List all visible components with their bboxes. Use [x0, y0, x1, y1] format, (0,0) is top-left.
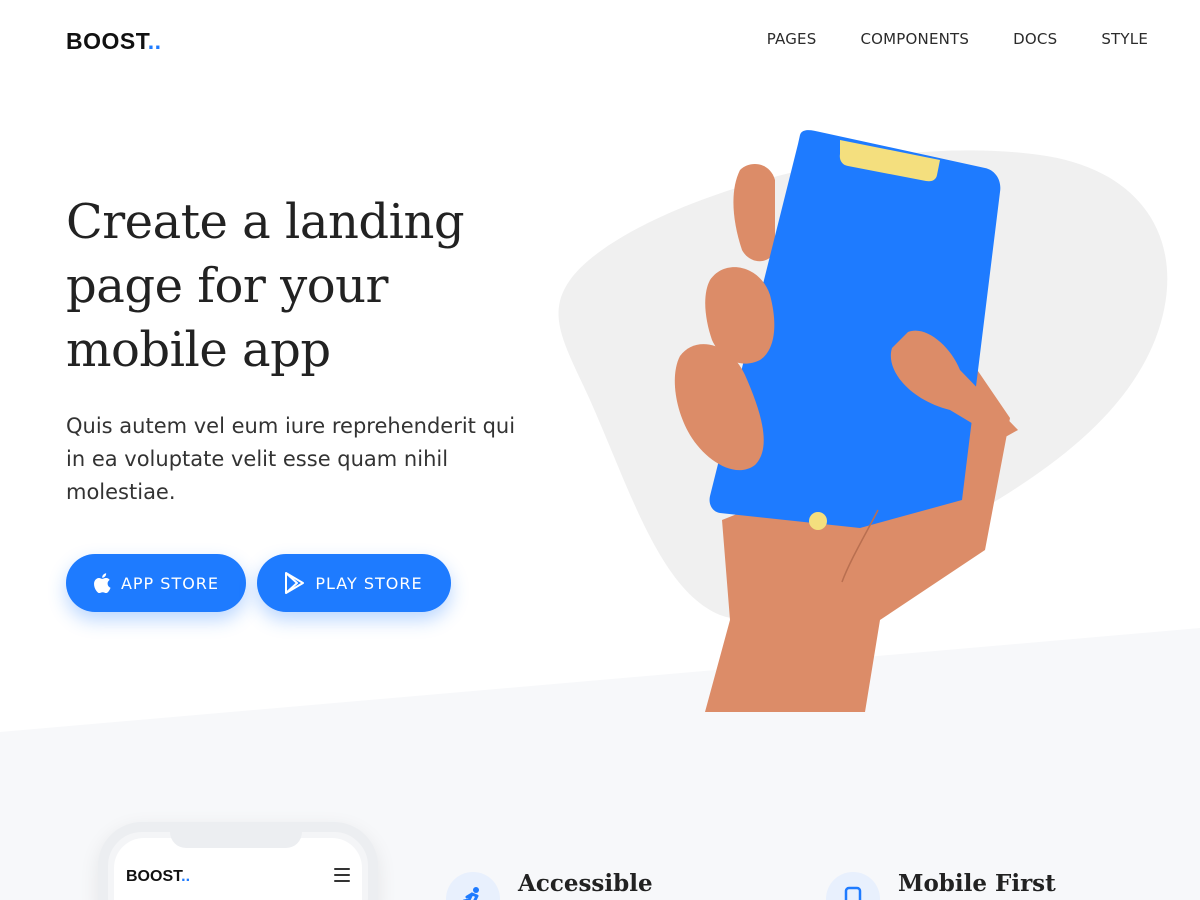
app-store-button[interactable]: APP STORE [66, 554, 246, 612]
play-store-label: PLAY STORE [315, 573, 423, 593]
feature-accessible-title: Accessible [518, 870, 653, 897]
hand-holding-phone-illustration [558, 130, 1168, 712]
feature-mobile-first-title: Mobile First [898, 870, 1056, 897]
nav-link-pages[interactable]: PAGES [767, 30, 817, 48]
play-store-button[interactable]: PLAY STORE [257, 554, 451, 612]
hero-title: Create a landing page for your mobile ap… [66, 194, 465, 378]
feature-mobile-first: Mobile First [826, 868, 1056, 900]
phone-mockup: BOOST.. [98, 822, 378, 900]
mockup-logo-text: BOOST [126, 868, 182, 885]
nav-link-components[interactable]: COMPONENTS [860, 30, 969, 48]
mockup-brand-logo: BOOST.. [126, 868, 190, 886]
hamburger-menu-icon[interactable] [334, 868, 350, 882]
hero-subtitle: Quis autem vel eum iure reprehenderit qu… [66, 414, 516, 504]
play-store-icon [285, 572, 305, 594]
brand-logo-dots: .. [147, 28, 162, 54]
running-person-icon [446, 872, 500, 900]
mockup-logo-dots: .. [181, 868, 191, 885]
brand-logo-text: BOOST [66, 28, 148, 54]
mobile-phone-icon [826, 872, 880, 900]
nav-link-docs[interactable]: DOCS [1013, 30, 1057, 48]
app-store-label: APP STORE [120, 573, 220, 593]
main-nav: PAGES COMPONENTS DOCS STYLE [767, 30, 1148, 48]
brand-logo[interactable]: BOOST.. [66, 28, 162, 55]
phone-notch [170, 826, 302, 848]
nav-link-style[interactable]: STYLE [1101, 30, 1148, 48]
feature-accessible: Accessible [446, 868, 653, 900]
apple-icon [93, 573, 111, 593]
